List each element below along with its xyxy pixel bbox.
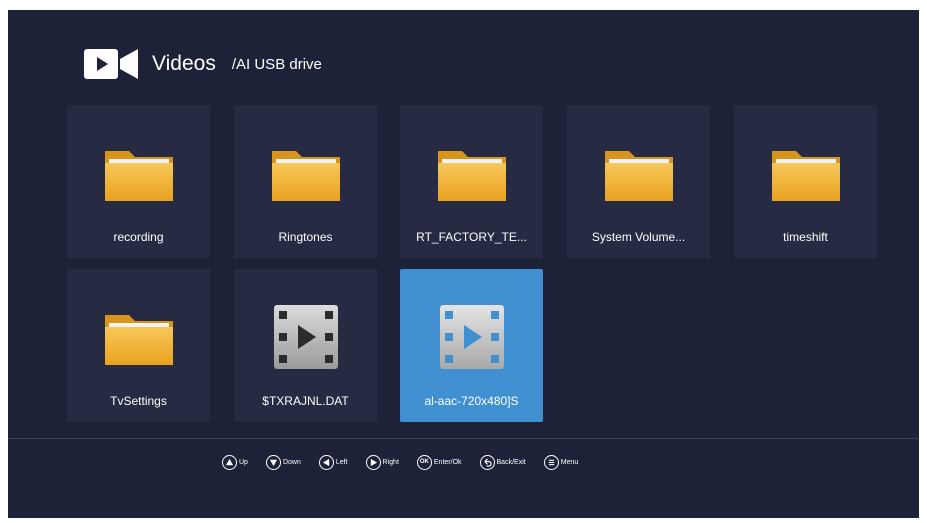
folder-icon <box>438 151 506 201</box>
folder-tile-recording[interactable]: recording <box>67 105 210 258</box>
folder-tile-ringtones[interactable]: Ringtones <box>234 105 377 258</box>
item-label: TvSettings <box>110 394 167 408</box>
hint-right: Right <box>365 454 399 470</box>
file-tile-selected-video[interactable]: al-aac-720x480]S <box>400 269 543 422</box>
folder-tile-tvsettings[interactable]: TvSettings <box>67 269 210 422</box>
down-key-icon <box>265 454 281 470</box>
tv-screen: Videos /AI USB drive recording Ringtones… <box>8 10 919 518</box>
hint-label: Right <box>382 458 399 466</box>
left-key-icon <box>318 454 334 470</box>
video-camera-icon <box>84 49 138 79</box>
item-label: al-aac-720x480]S <box>424 394 519 408</box>
video-file-icon <box>440 305 504 369</box>
hint-label: Left <box>335 458 348 466</box>
hint-menu: Menu <box>543 454 579 470</box>
menu-key-icon <box>543 454 559 470</box>
item-label: System Volume... <box>591 230 686 244</box>
hint-label: Enter/Ok <box>433 458 462 466</box>
breadcrumb-path: /AI USB drive <box>231 55 322 73</box>
folder-icon <box>105 151 173 201</box>
video-file-icon <box>274 305 338 369</box>
hint-label: Down <box>282 458 301 466</box>
up-key-icon <box>222 454 237 470</box>
item-label: timeshift <box>783 230 828 244</box>
right-key-icon <box>365 454 381 470</box>
back-key-icon <box>479 454 495 470</box>
item-label: recording <box>113 230 164 244</box>
hint-enter: OK Enter/Ok <box>416 454 462 470</box>
page-title: Videos <box>152 52 216 75</box>
file-tile-txrajnl[interactable]: $TXRAJNL.DAT <box>234 269 377 422</box>
folder-icon <box>105 315 173 365</box>
hint-back: Back/Exit <box>479 454 526 470</box>
item-label: RT_FACTORY_TE... <box>416 230 527 244</box>
folder-tile-system-volume[interactable]: System Volume... <box>567 105 710 258</box>
remote-hint-bar: Up Down Left Right OK Enter/Ok Back/Exit… <box>222 453 596 471</box>
ok-key-icon: OK <box>416 454 432 470</box>
hint-label: Up <box>239 458 248 466</box>
folder-tile-timeshift[interactable]: timeshift <box>734 105 877 258</box>
folder-tile-rt-factory[interactable]: RT_FACTORY_TE... <box>400 105 543 258</box>
folder-icon <box>772 151 840 201</box>
hint-label: Back/Exit <box>496 458 526 466</box>
hint-left: Left <box>318 454 348 470</box>
hint-label: Menu <box>560 458 579 466</box>
folder-icon <box>605 151 673 201</box>
divider <box>8 438 919 439</box>
item-label: $TXRAJNL.DAT <box>262 394 349 408</box>
header: Videos /AI USB drive <box>84 46 322 82</box>
item-label: Ringtones <box>278 230 333 244</box>
folder-icon <box>272 151 340 201</box>
hint-down: Down <box>265 454 301 470</box>
hint-up: Up <box>222 454 248 470</box>
